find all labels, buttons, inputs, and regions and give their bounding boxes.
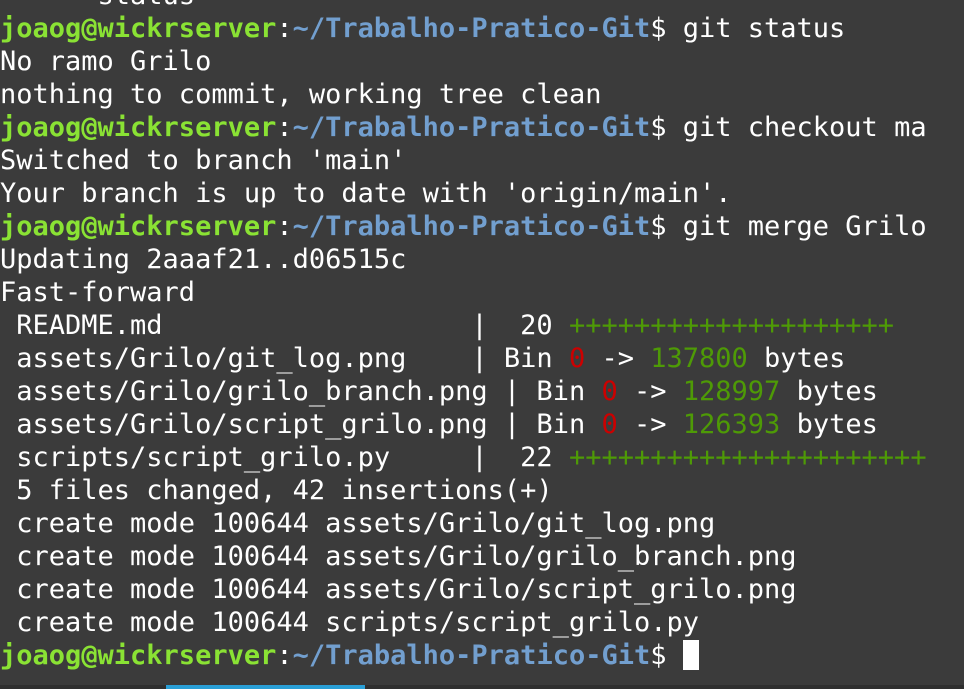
diffstat-file: assets/Grilo/script_grilo.png: [0, 409, 504, 440]
prompt-separator: :: [276, 640, 293, 671]
active-prompt-line[interactable]: joaog@wickrserver:~/Trabalho-Pratico-Git…: [0, 639, 964, 672]
diffstat-row: assets/Grilo/git_log.png | Bin 0 -> 1378…: [0, 342, 964, 375]
diffstat-unit: bytes: [780, 409, 878, 440]
output-line: Updating 2aaaf21..d06515c: [0, 244, 407, 275]
output-line: Fast-forward: [0, 277, 196, 308]
diffstat-bin: | Bin: [503, 409, 602, 440]
diffstat-unit: bytes: [780, 376, 878, 407]
diffstat-arrow: ->: [617, 376, 683, 407]
prompt-user-host: joaog@wickrserver: [0, 211, 277, 242]
diffstat-old-size: 0: [601, 376, 618, 407]
diffstat-file: README.md: [0, 310, 472, 341]
diffstat-file: scripts/script_grilo.py: [0, 442, 472, 473]
prompt-path: ~/Trabalho-Pratico-Git: [292, 640, 651, 671]
prompt-separator: :: [276, 13, 293, 44]
create-mode-line: create mode 100644 assets/Grilo/script_g…: [0, 574, 797, 605]
create-mode-line: create mode 100644 scripts/script_grilo.…: [0, 607, 699, 638]
prompt-symbol: $: [650, 640, 683, 671]
prompt-user-host: joaog@wickrserver: [0, 112, 277, 143]
clipped-top-line: status: [0, 0, 964, 12]
prompt-symbol: $: [650, 211, 683, 242]
prompt-line: joaog@wickrserver:~/Trabalho-Pratico-Git…: [0, 12, 964, 45]
diffstat-row: scripts/script_grilo.py | 22 +++++++++++…: [0, 441, 964, 474]
prompt-line: joaog@wickrserver:~/Trabalho-Pratico-Git…: [0, 111, 964, 144]
active-tab-indicator[interactable]: [166, 685, 365, 689]
prompt-line: joaog@wickrserver:~/Trabalho-Pratico-Git…: [0, 210, 964, 243]
diffstat-count: | 22: [471, 442, 569, 473]
create-mode-line: create mode 100644 assets/Grilo/git_log.…: [0, 508, 716, 539]
diffstat-row: assets/Grilo/script_grilo.png | Bin 0 ->…: [0, 408, 964, 441]
prompt-path: ~/Trabalho-Pratico-Git: [292, 13, 651, 44]
diffstat-old-size: 0: [568, 343, 586, 374]
diffstat-plus-bar: ++++++++++++++++++++++: [568, 442, 927, 473]
diffstat-bin: | Bin: [503, 376, 602, 407]
prompt-separator: :: [276, 112, 293, 143]
output-line: Switched to branch 'main': [0, 145, 407, 176]
prompt-path: ~/Trabalho-Pratico-Git: [292, 112, 651, 143]
text-cursor[interactable]: [682, 640, 699, 670]
diffstat-file: assets/Grilo/git_log.png: [0, 343, 472, 374]
diffstat-new-size: 128997: [682, 376, 781, 407]
prompt-path: ~/Trabalho-Pratico-Git: [292, 211, 651, 242]
command-text: git status: [682, 13, 846, 44]
output-line: Your branch is up to date with 'origin/m…: [0, 178, 732, 209]
command-text: git checkout ma: [682, 112, 927, 143]
diffstat-row: README.md | 20 ++++++++++++++++++++: [0, 309, 964, 342]
diffstat-arrow: ->: [585, 343, 651, 374]
diffstat-unit: bytes: [747, 343, 846, 374]
diffstat-row: assets/Grilo/grilo_branch.png | Bin 0 ->…: [0, 375, 964, 408]
diffstat-summary: 5 files changed, 42 insertions(+): [0, 475, 553, 506]
diffstat-bin: | Bin: [471, 343, 569, 374]
diffstat-file: assets/Grilo/grilo_branch.png: [0, 376, 504, 407]
diffstat-old-size: 0: [601, 409, 618, 440]
bottom-tab-strip: [0, 685, 964, 689]
diffstat-new-size: 126393: [682, 409, 781, 440]
diffstat-plus-bar: ++++++++++++++++++++: [568, 310, 895, 341]
prompt-user-host: joaog@wickrserver: [0, 13, 277, 44]
diffstat-arrow: ->: [617, 409, 683, 440]
terminal-window[interactable]: status joaog@wickrserver:~/Trabalho-Prat…: [0, 0, 964, 689]
prompt-separator: :: [276, 211, 293, 242]
diffstat-new-size: 137800: [650, 343, 748, 374]
prompt-symbol: $: [650, 112, 683, 143]
diffstat-count: | 20: [471, 310, 569, 341]
terminal-output: status joaog@wickrserver:~/Trabalho-Prat…: [0, 0, 964, 672]
create-mode-line: create mode 100644 assets/Grilo/grilo_br…: [0, 541, 797, 572]
prompt-user-host: joaog@wickrserver: [0, 640, 277, 671]
output-line: nothing to commit, working tree clean: [0, 79, 602, 110]
prompt-symbol: $: [650, 13, 683, 44]
command-text: git merge Grilo: [682, 211, 927, 242]
output-line: No ramo Grilo: [0, 46, 212, 77]
